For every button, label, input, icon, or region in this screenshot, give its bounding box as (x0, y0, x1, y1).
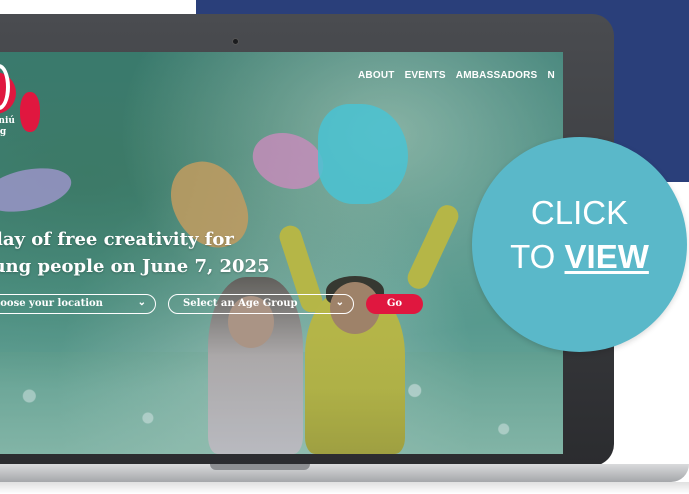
click-to-view-button[interactable]: CLICK TO VIEW (472, 137, 687, 352)
cta-line-2: TO VIEW (472, 238, 687, 276)
nav-item-events[interactable]: EVENTS (405, 70, 446, 81)
chevron-down-icon: ⌄ (137, 297, 146, 308)
age-select-label: Select an Age Group (183, 298, 298, 309)
headline-line-2: young people on June 7, 2025 (0, 256, 270, 278)
nav-item-ambassadors[interactable]: AMBASSADORS (456, 70, 538, 81)
go-button[interactable]: Go (366, 294, 423, 314)
main-navigation: ABOUT EVENTS AMBASSADORS N (358, 70, 555, 81)
laptop-base (0, 464, 689, 482)
chevron-down-icon: ⌄ (335, 297, 344, 308)
age-group-select[interactable]: Select an Age Group ⌄ (168, 294, 354, 314)
nav-item-truncated[interactable]: N (547, 70, 554, 81)
location-select[interactable]: Choose your location ⌄ (0, 294, 156, 314)
hero-headline: A day of free creativity for young peopl… (0, 226, 330, 280)
cta-line-1: CLICK (530, 194, 629, 231)
headline-line-1: A day of free creativity for (0, 229, 234, 251)
laptop-base-notch (210, 464, 310, 470)
laptop-camera (232, 38, 239, 45)
cta-view-emphasis: VIEW (564, 238, 649, 275)
laptop-shadow (0, 482, 689, 494)
nav-item-about[interactable]: ABOUT (358, 70, 395, 81)
site-logo[interactable]: Cruinniú na nÓg (0, 62, 42, 142)
cta-prefix: TO (510, 238, 565, 275)
location-select-label: Choose your location (0, 298, 103, 309)
logo-text: Cruinniú na nÓg (0, 116, 15, 137)
